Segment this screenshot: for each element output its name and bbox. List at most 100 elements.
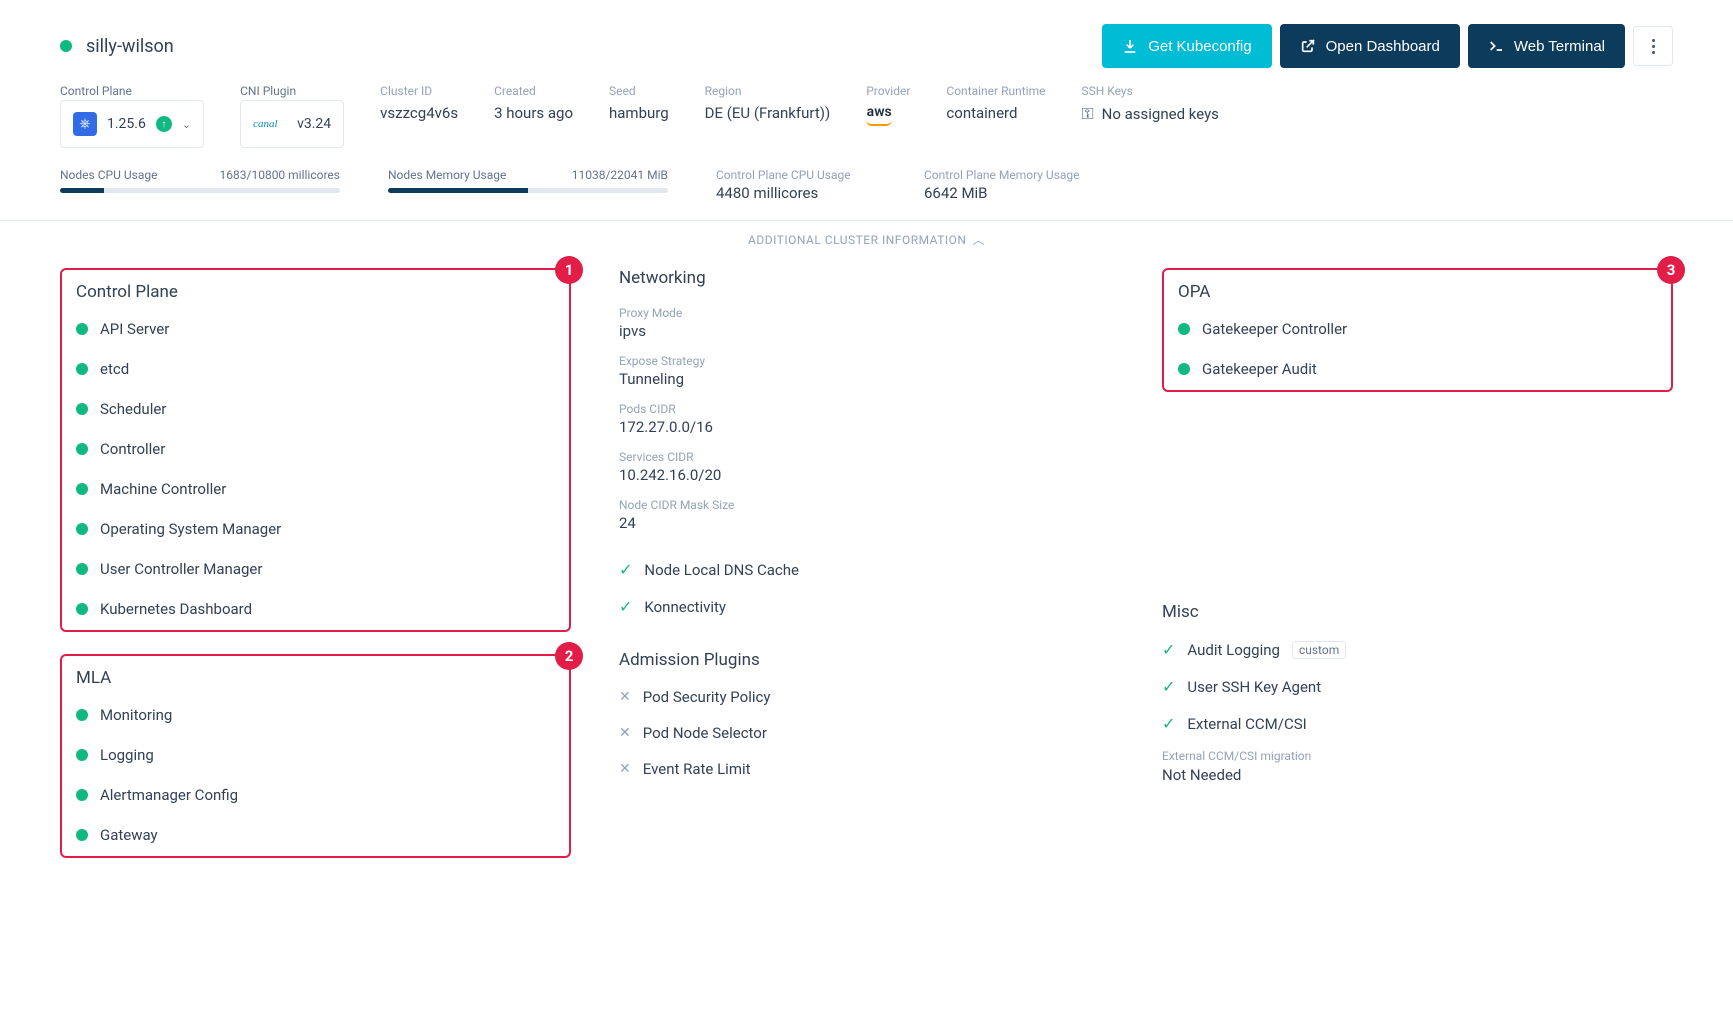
ccm-migration-label: External CCM/CSI migration: [1162, 749, 1673, 763]
open-dashboard-button[interactable]: Open Dashboard: [1280, 24, 1460, 68]
status-dot-icon: [76, 523, 88, 535]
x-icon: ✕: [619, 761, 631, 777]
mla-list: Monitoring Logging Alertmanager Config Gate…: [76, 706, 555, 844]
status-item-label: Gatekeeper Controller: [1202, 320, 1347, 338]
status-dot-icon: [76, 749, 88, 761]
status-item: Logging: [76, 746, 555, 764]
status-item-label: Logging: [100, 746, 154, 764]
nodes-cpu-usage: Nodes CPU Usage 1683/10800 millicores: [60, 168, 340, 202]
meta-ssh: SSH Keys ⚿ No assigned keys: [1081, 84, 1218, 124]
nodes-cpu-label: Nodes CPU Usage: [60, 168, 157, 182]
cp-cpu-usage: Control Plane CPU Usage 4480 millicores: [716, 168, 876, 202]
control-plane-section: 1 Control Plane API ServeretcdSchedulerC…: [60, 268, 571, 632]
control-plane-version: 1.25.6: [107, 116, 146, 132]
control-plane-chip[interactable]: 1.25.6 ↑ ⌄: [60, 100, 204, 148]
status-item: etcd: [76, 360, 555, 378]
admission-item: ✕ Pod Security Policy: [619, 688, 1122, 706]
additional-info-label: ADDITIONAL CLUSTER INFORMATION: [748, 233, 967, 247]
cp-cpu-value: 4480 millicores: [716, 184, 876, 202]
upgrade-available-icon: ↑: [156, 116, 172, 132]
cni-chip-wrap: CNI Plugin canal v3.24: [240, 84, 344, 148]
created-label: Created: [494, 84, 573, 98]
more-actions-button[interactable]: [1633, 26, 1673, 66]
networking-title: Networking: [619, 268, 1122, 288]
kv-label: Services CIDR: [619, 450, 1122, 464]
cni-version: v3.24: [297, 116, 331, 132]
x-icon: ✕: [619, 725, 631, 741]
meta-provider: Provider aws: [866, 84, 910, 126]
misc-title: Misc: [1162, 602, 1673, 622]
ccm-migration-value: Not Needed: [1162, 766, 1673, 784]
kv-pair: Proxy Mode ipvs: [619, 306, 1122, 340]
nodes-mem-label: Nodes Memory Usage: [388, 168, 506, 182]
cp-cpu-label: Control Plane CPU Usage: [716, 168, 876, 182]
misc-item: ✓Audit Logging custom: [1162, 640, 1673, 659]
status-dot-icon: [76, 603, 88, 615]
status-item: Controller: [76, 440, 555, 458]
cni-chip[interactable]: canal v3.24: [240, 100, 344, 148]
check-label: Konnectivity: [644, 598, 726, 616]
misc-item: ✓User SSH Key Agent: [1162, 677, 1673, 696]
meta-runtime: Container Runtime containerd: [946, 84, 1045, 122]
annotation-badge-2: 2: [555, 642, 583, 670]
column-3: 3 OPA Gatekeeper ControllerGatekeeper Au…: [1162, 268, 1673, 880]
external-link-icon: [1300, 38, 1316, 54]
open-dashboard-label: Open Dashboard: [1326, 38, 1440, 55]
kv-value: ipvs: [619, 322, 1122, 340]
kv-label: Pods CIDR: [619, 402, 1122, 416]
web-terminal-label: Web Terminal: [1514, 38, 1605, 55]
ssh-text: No assigned keys: [1102, 105, 1219, 123]
status-item: Operating System Manager: [76, 520, 555, 538]
mla-title: MLA: [76, 668, 555, 688]
column-2: Networking Proxy Mode ipvs Expose Strategy…: [611, 268, 1122, 880]
status-dot-icon: [1178, 323, 1190, 335]
download-icon: [1122, 38, 1138, 54]
kv-pair: Node CIDR Mask Size24: [619, 498, 1122, 532]
kv-value: 172.27.0.0/16: [619, 418, 1122, 436]
check-item: ✓Konnectivity: [619, 597, 1122, 616]
misc-item: ✓External CCM/CSI: [1162, 714, 1673, 733]
aws-icon: aws: [867, 104, 892, 120]
admission-item: ✕Pod Node Selector: [619, 724, 1122, 742]
status-item: Gatekeeper Audit: [1178, 360, 1657, 378]
kv-label: Proxy Mode: [619, 306, 1122, 320]
kv-value: 24: [619, 514, 1122, 532]
additional-info-toggle[interactable]: ADDITIONAL CLUSTER INFORMATION ︿: [0, 220, 1733, 248]
seed-value: hamburg: [609, 104, 669, 122]
info-grid: 1 Control Plane API ServeretcdSchedulerC…: [60, 268, 1673, 880]
status-dot-icon: [76, 829, 88, 841]
get-kubeconfig-button[interactable]: Get Kubeconfig: [1102, 24, 1271, 68]
status-item: Gatekeeper Controller: [1178, 320, 1657, 338]
created-value: 3 hours ago: [494, 104, 573, 122]
meta-region: Region DE (EU (Frankfurt)): [705, 84, 831, 122]
status-item-label: Operating System Manager: [100, 520, 281, 538]
admission-plugins-list: ✕ Pod Security Policy ✕Pod Node Selector ✕E…: [619, 688, 1122, 778]
status-item-label: Monitoring: [100, 706, 172, 724]
cluster-id-value: vszzcg4v6s: [380, 104, 458, 122]
info-strip: Control Plane 1.25.6 ↑ ⌄ CNI Plugin cana…: [60, 84, 1673, 148]
admission-item: ✕Event Rate Limit: [619, 760, 1122, 778]
page-header: silly-wilson Get Kubeconfig Open Dashboa…: [60, 24, 1673, 68]
runtime-value: containerd: [946, 104, 1045, 122]
status-item: Monitoring: [76, 706, 555, 724]
x-icon: ✕: [619, 689, 631, 705]
status-dot-icon: [76, 709, 88, 721]
opa-title: OPA: [1178, 282, 1657, 302]
kv-label: Expose Strategy: [619, 354, 1122, 368]
control-plane-title: Control Plane: [76, 282, 555, 302]
check-label: Node Local DNS Cache: [644, 561, 799, 579]
get-kubeconfig-label: Get Kubeconfig: [1148, 38, 1251, 55]
mla-section: 2 MLA MonitoringLoggingAlertmanager Conf…: [60, 654, 571, 858]
misc-label: User SSH Key Agent: [1187, 678, 1321, 696]
web-terminal-button[interactable]: Web Terminal: [1468, 24, 1625, 68]
admission-label: Pod Security Policy: [643, 688, 771, 706]
status-item-label: Alertmanager Config: [100, 786, 238, 804]
networking-checks: ✓Node Local DNS Cache ✓Konnectivity: [619, 560, 1122, 616]
status-item-label: API Server: [100, 320, 169, 338]
status-item-label: etcd: [100, 360, 129, 378]
status-item: Gateway: [76, 826, 555, 844]
check-item: ✓Node Local DNS Cache: [619, 560, 1122, 579]
ssh-label: SSH Keys: [1081, 84, 1218, 98]
cluster-name: silly-wilson: [86, 36, 174, 57]
status-item-label: Gatekeeper Audit: [1202, 360, 1317, 378]
